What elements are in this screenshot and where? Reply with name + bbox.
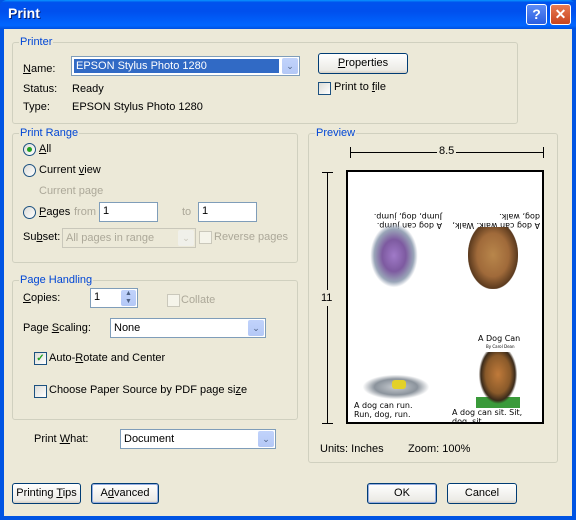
to-label: to (182, 206, 192, 218)
page-preview: A dog can walk. Walk, dog, walk. A dog c… (346, 170, 544, 424)
spin-up-icon[interactable]: ▲ (121, 290, 136, 298)
advanced-button[interactable]: Advanced (91, 483, 159, 504)
chevron-down-icon[interactable]: ⌄ (282, 58, 298, 74)
print-what-label: Print What: (34, 433, 89, 445)
width-dimension-tick-right (543, 147, 544, 158)
close-icon: ✕ (554, 6, 567, 22)
from-page-input[interactable]: 1 (99, 202, 158, 222)
chevron-down-icon: ⌄ (178, 230, 194, 246)
pages-label[interactable]: Pages (39, 206, 70, 218)
running-dog-image (358, 373, 434, 401)
jumping-dog-image (366, 218, 422, 293)
racing-vest (392, 380, 406, 389)
print-to-file-checkbox[interactable] (318, 82, 331, 95)
printing-tips-button[interactable]: Printing Tips (12, 483, 81, 504)
radio-selected-dot (27, 147, 32, 152)
copies-spinner[interactable]: ▲ ▼ (121, 290, 136, 306)
preview-text-run: A dog can run. Run, dog, run. (354, 401, 413, 419)
type-value: EPSON Stylus Photo 1280 (72, 101, 203, 113)
all-label[interactable]: All (39, 143, 51, 155)
pages-radio[interactable] (23, 206, 36, 219)
auto-rotate-checkbox[interactable]: ✓ (34, 352, 47, 365)
copies-value: 1 (94, 291, 101, 303)
check-icon: ✓ (36, 353, 45, 364)
print-dialog: Print ? ✕ Printer Name: EPSON Stylus Pho… (0, 0, 576, 520)
print-range-group-label: Print Range (19, 127, 80, 139)
ok-label: OK (394, 487, 410, 499)
page-handling-group-label: Page Handling (19, 274, 94, 286)
preview-byline: By Carol Dean (486, 344, 515, 349)
subset-label: Subset: (23, 231, 61, 243)
current-page-label: Current page (39, 185, 104, 197)
preview-text-sit: A dog can sit. Sit, dog, sit. (452, 408, 523, 424)
print-what-value: Document (124, 433, 175, 445)
preview-footer-line (370, 423, 410, 424)
copies-label: Copies: (23, 292, 61, 304)
title-bar[interactable]: Print ? ✕ (0, 0, 576, 29)
help-icon: ? (532, 6, 541, 22)
cancel-label: Cancel (464, 487, 500, 499)
status-value: Ready (72, 83, 104, 95)
paper-source-checkbox[interactable] (34, 385, 47, 398)
all-radio[interactable] (23, 143, 36, 156)
ok-button[interactable]: OK (367, 483, 437, 504)
chevron-down-icon[interactable]: ⌄ (258, 431, 274, 447)
from-label: from (74, 206, 96, 218)
printing-tips-label: Printing Tips (16, 487, 77, 499)
status-label: Status: (23, 83, 58, 95)
walking-dog-image (468, 227, 518, 289)
preview-title: A Dog Can (478, 334, 521, 343)
properties-button[interactable]: Properties (318, 53, 408, 74)
print-to-file-label[interactable]: Print to file (334, 81, 386, 93)
page-scaling-label: Page Scaling: (23, 322, 91, 334)
auto-rotate-label[interactable]: Auto-Rotate and Center (49, 352, 165, 364)
current-view-label[interactable]: Current view (39, 164, 101, 176)
print-what-select[interactable]: Document ⌄ (120, 429, 276, 449)
advanced-label: Advanced (100, 487, 150, 499)
window-title: Print (8, 5, 40, 21)
spin-down-icon[interactable]: ▼ (121, 298, 136, 306)
to-page-input[interactable]: 1 (198, 202, 257, 222)
printer-name-select[interactable]: EPSON Stylus Photo 1280 ⌄ (71, 56, 300, 76)
properties-button-label: Properties (337, 57, 389, 69)
page-scaling-select[interactable]: None ⌄ (110, 318, 266, 338)
printer-name-value: EPSON Stylus Photo 1280 (74, 59, 279, 73)
width-dimension-label: 8.5 (437, 145, 457, 157)
reverse-pages-label: Reverse pages (214, 231, 288, 243)
height-dimension-label: 11 (321, 290, 333, 306)
printer-group-label: Printer (19, 36, 54, 48)
chevron-down-icon[interactable]: ⌄ (248, 320, 264, 336)
copies-input[interactable]: 1 ▲ ▼ (90, 288, 138, 308)
collate-checkbox[interactable] (167, 294, 180, 307)
height-dimension-tick-bottom (322, 423, 333, 424)
reverse-pages-checkbox[interactable] (199, 231, 212, 244)
close-button[interactable]: ✕ (550, 4, 571, 25)
height-dimension-tick-top (322, 172, 333, 173)
collate-label: Collate (181, 294, 216, 306)
units-label: Units: Inches (320, 443, 384, 455)
subset-value: All pages in range (66, 232, 155, 244)
sitting-dog-image (476, 352, 520, 408)
page-scaling-value: None (114, 322, 141, 334)
help-button[interactable]: ? (526, 4, 547, 25)
dialog-body: Printer Name: EPSON Stylus Photo 1280 ⌄ … (4, 29, 572, 516)
paper-source-label[interactable]: Choose Paper Source by PDF page size (49, 384, 247, 396)
current-view-radio[interactable] (23, 164, 36, 177)
subset-select[interactable]: All pages in range ⌄ (62, 228, 196, 248)
cancel-button[interactable]: Cancel (447, 483, 517, 504)
zoom-label: Zoom: 100% (408, 443, 471, 455)
width-dimension-tick-left (350, 147, 351, 158)
name-label: Name: (23, 63, 56, 75)
type-label: Type: (23, 101, 50, 113)
preview-group-label: Preview (315, 127, 357, 139)
